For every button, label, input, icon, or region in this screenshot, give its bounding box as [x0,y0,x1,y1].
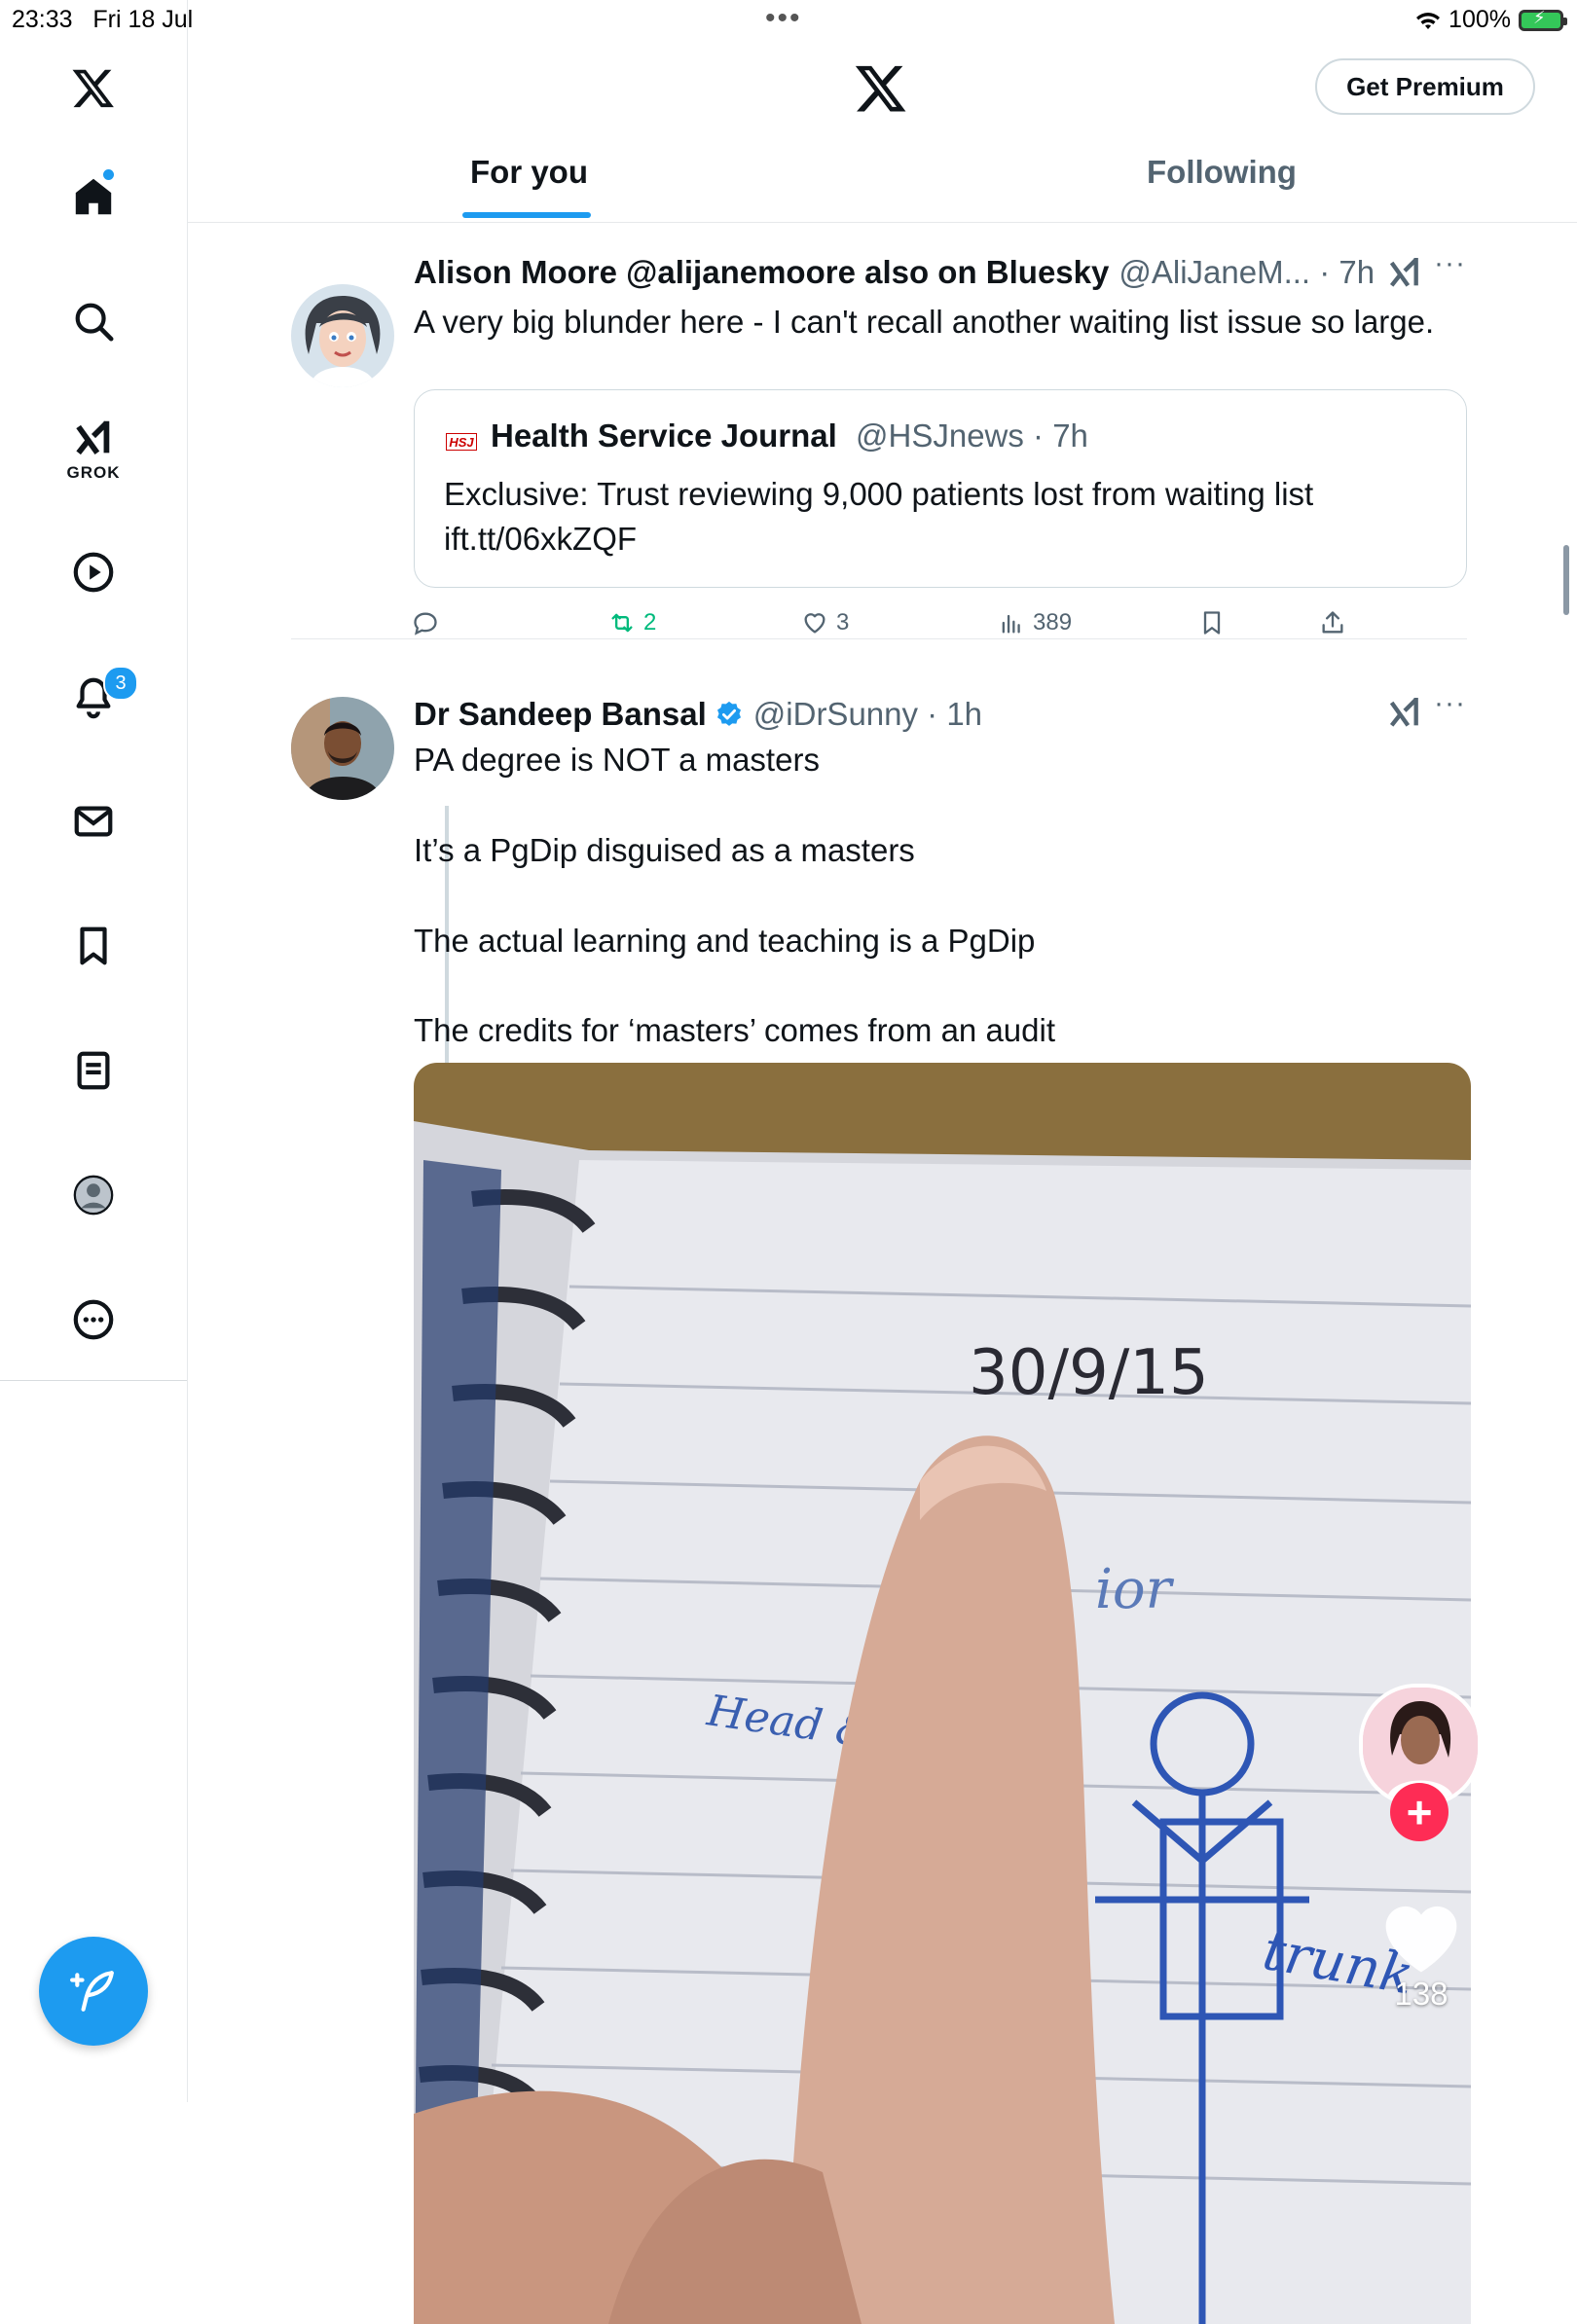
bookmarks-icon[interactable] [62,915,125,977]
home-unread-dot [103,169,114,180]
reply-button[interactable] [412,609,447,636]
post-header: Alison Moore @alijanemoore also on Blues… [414,251,1375,294]
bookmark-button[interactable] [1198,609,1226,636]
quote-author-name: Health Service Journal [491,418,837,454]
handle-and-time[interactable]: @iDrSunny · 1h [753,696,982,733]
grok-icon[interactable] [62,407,125,469]
battery-percentage: 100% [1449,6,1511,33]
post-divider [291,638,1467,639]
post-header: Dr Sandeep Bansal @iDrSunny · 1h [414,693,982,736]
grok-explain-icon[interactable] [1385,693,1424,732]
tiktok-like-count: 138 [1394,1976,1449,2012]
like-count: 3 [836,609,850,635]
share-button[interactable] [1319,609,1346,636]
messages-icon[interactable] [62,790,125,853]
post-alison-moore[interactable]: Alison Moore @alijanemoore also on Blues… [291,247,1467,640]
quoted-post[interactable]: HSJ Health Service Journal @HSJnews · 7h… [414,389,1467,588]
lists-icon[interactable] [62,1039,125,1102]
post-text: A very big blunder here - I can't recall… [414,304,1435,340]
author-name[interactable]: Dr Sandeep Bansal [414,696,707,733]
status-bar: 23:33 Fri 18 Jul ••• 100% ⚡ [0,0,1577,39]
svg-text:ior: ior [1095,1558,1175,1621]
more-icon[interactable] [62,1289,125,1351]
tab-for-you[interactable]: For you [470,154,588,191]
active-tab-indicator [462,212,591,218]
grok-explain-icon[interactable] [1385,253,1424,292]
post-video[interactable]: 30/9/15 ior Head & neck trunk [414,1063,1471,2324]
get-premium-button[interactable]: Get Premium [1315,58,1535,115]
video-icon[interactable] [62,541,125,603]
heart-icon [804,613,825,634]
sidebar-nav: GROK 3 [0,0,188,2102]
share-icon [1322,611,1343,634]
scrollbar-thumb[interactable] [1563,545,1569,615]
battery-charging-icon: ⚡ [1519,8,1567,31]
x-logo-icon[interactable] [62,56,125,119]
views-button[interactable]: 389 [998,609,1072,636]
like-button[interactable]: 3 [801,609,849,636]
handwritten-date: 30/9/15 [969,1337,1209,1409]
tiktok-follow-plus-icon[interactable]: + [1390,1783,1449,1841]
x-header-logo-icon[interactable] [854,60,908,115]
more-options-icon[interactable]: ··· [1434,687,1466,720]
verified-badge-icon [716,701,741,726]
compose-post-button[interactable] [39,1937,148,2046]
profile-icon[interactable] [62,1164,125,1226]
compose-feather-icon [70,1971,114,2012]
home-icon[interactable] [62,165,125,228]
author-name[interactable]: Alison Moore @alijanemoore also on Blues… [414,254,1109,291]
sidebar-divider [0,1380,187,1381]
avatar[interactable] [291,697,394,800]
bookmark-icon [1203,611,1221,635]
notifications-badge: 3 [103,666,138,701]
post-actions: 2 3 389 [412,609,1385,648]
grok-label: GROK [66,463,121,482]
retweet-icon [611,613,633,633]
avatar[interactable] [291,284,394,387]
tiktok-like-heart-icon[interactable] [1378,1898,1464,1976]
multitasking-dots-icon[interactable]: ••• [765,2,802,35]
timeline-header: Get Premium For you Following [188,39,1577,223]
video-frame-notebook: 30/9/15 ior Head & neck trunk [414,1063,1471,2324]
wifi-icon [1416,12,1441,29]
status-indicators: 100% ⚡ [1415,6,1567,34]
tab-following[interactable]: Following [1147,154,1297,191]
post-dr-sandeep-bansal[interactable]: Dr Sandeep Bansal @iDrSunny · 1h ··· PA … [291,664,1471,2324]
hsj-logo-icon: HSJ [446,433,477,451]
quote-text: Exclusive: Trust reviewing 9,000 patient… [444,476,1314,557]
quote-handle-and-time: @HSJnews · 7h [856,418,1088,454]
handle-and-time[interactable]: @AliJaneM... · 7h [1119,254,1375,291]
more-options-icon[interactable]: ··· [1434,247,1466,280]
quote-header: Health Service Journal @HSJnews · 7h [491,418,1088,454]
retweet-button[interactable]: 2 [608,609,656,636]
search-icon[interactable] [62,290,125,352]
views-count: 389 [1033,609,1073,635]
retweet-count: 2 [643,609,657,635]
reply-icon [414,612,437,635]
views-icon [1002,614,1020,634]
